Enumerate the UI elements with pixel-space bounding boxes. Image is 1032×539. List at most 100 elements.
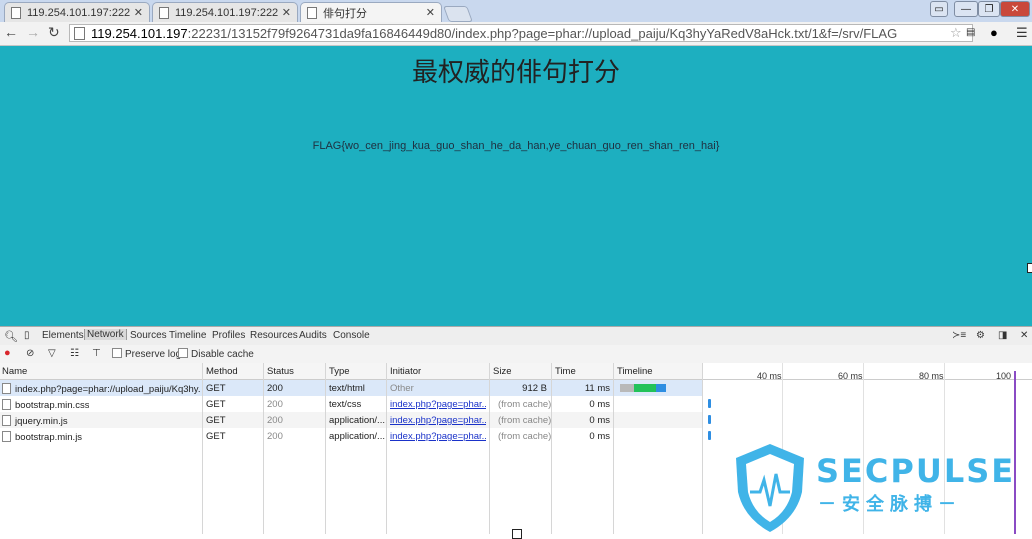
list-view-icon[interactable]: ☷ (70, 348, 79, 359)
tab-audits[interactable]: Audits (299, 330, 327, 341)
timeline-bar-download (656, 384, 666, 392)
timeline-overview-header (703, 363, 1032, 380)
hamburger-menu-icon[interactable]: ☰ (1016, 25, 1028, 41)
profile-icon[interactable]: ● (990, 25, 998, 40)
request-time: 0 ms (589, 415, 610, 426)
request-method: GET (206, 383, 226, 394)
tab-title: 俳句打分 (323, 7, 367, 20)
request-time: 11 ms (584, 383, 610, 394)
tab-sources[interactable]: Sources (130, 330, 167, 341)
request-initiator: Other (390, 383, 414, 394)
disable-cache-label: Disable cache (191, 349, 254, 360)
request-type: text/css (329, 399, 362, 410)
request-status: 200 (267, 383, 283, 394)
request-size: (from cache) (498, 431, 552, 442)
table-row[interactable]: bootstrap.min.js GET 200 application/...… (0, 428, 702, 444)
page-viewport: 最权威的俳句打分 FLAG{wo_cen_jing_kua_guo_shan_h… (0, 46, 1032, 326)
column-divider[interactable] (325, 363, 326, 534)
request-name: index.php?page=phar://upload_paiju/Kq3hy… (2, 383, 200, 395)
tab-elements[interactable]: Elements (42, 330, 84, 341)
col-method[interactable]: Method (206, 366, 238, 377)
new-tab-button[interactable] (443, 6, 473, 22)
close-icon[interactable]: ✕ (282, 6, 291, 19)
col-size[interactable]: Size (493, 366, 511, 377)
timeline-tick-label: 100 (996, 371, 1012, 381)
column-divider[interactable] (263, 363, 264, 534)
overview-icon[interactable]: ⊤ (92, 348, 101, 359)
request-type: text/html (329, 383, 365, 394)
window-close-button[interactable]: ✕ (1000, 1, 1030, 17)
back-arrow-icon[interactable]: ← (4, 24, 18, 40)
column-divider[interactable] (613, 363, 614, 534)
maximize-button[interactable]: ❐ (978, 1, 1000, 17)
browser-tab-strip: 119.254.101.197:22231/ ✕ 119.254.101.197… (0, 0, 1032, 22)
address-bar[interactable]: 119.254.101.197:22231/13152f79f9264731da… (69, 24, 973, 42)
tab-resources[interactable]: Resources (250, 330, 298, 341)
table-row[interactable]: jquery.min.js GET 200 application/... in… (0, 412, 702, 428)
tab-console[interactable]: Console (333, 330, 370, 341)
page-title: 最权威的俳句打分 (411, 58, 620, 88)
star-icon[interactable]: ☆ (950, 25, 962, 41)
tab-title: 119.254.101.197:22231/ (27, 6, 130, 19)
col-time[interactable]: Time (555, 366, 576, 377)
request-type: application/... (329, 431, 385, 442)
preserve-log-checkbox[interactable]: Preserve log (112, 348, 181, 360)
page-icon (74, 26, 85, 40)
request-type: application/... (329, 415, 385, 426)
shield-logo-icon (736, 444, 804, 532)
user-icon[interactable]: ▭ (930, 1, 948, 17)
reload-icon[interactable]: ↻ (48, 24, 60, 41)
resize-handle[interactable] (512, 529, 522, 539)
forward-arrow-icon[interactable]: → (26, 24, 40, 40)
disable-cache-checkbox[interactable]: Disable cache (178, 348, 254, 360)
request-initiator-link[interactable]: index.php?page=phar... (390, 431, 486, 442)
col-status[interactable]: Status (267, 366, 294, 377)
device-mode-icon[interactable]: ▯ (24, 330, 30, 341)
preserve-log-label: Preserve log (125, 349, 182, 360)
gear-icon[interactable]: ⚙ (976, 330, 985, 341)
tab-timeline[interactable]: Timeline (169, 330, 206, 341)
url-path: :22231/13152f79f9264731da9fa16846449d80/… (187, 25, 898, 41)
tab-profiles[interactable]: Profiles (212, 330, 245, 341)
secpulse-watermark: SECPULSE －安全脉搏－ (730, 440, 1032, 534)
resize-handle[interactable] (1027, 263, 1032, 273)
filter-icon[interactable]: ▽ (48, 348, 56, 359)
watermark-brand: SECPULSE (816, 452, 1016, 490)
column-divider[interactable] (489, 363, 490, 534)
table-row[interactable]: bootstrap.min.css GET 200 text/css index… (0, 396, 702, 412)
request-name: jquery.min.js (2, 415, 68, 427)
minimize-button[interactable]: — (954, 1, 978, 17)
column-divider[interactable] (202, 363, 203, 534)
col-type[interactable]: Type (329, 366, 350, 377)
request-initiator-link[interactable]: index.php?page=phar... (390, 399, 486, 410)
table-row[interactable]: index.php?page=phar://upload_paiju/Kq3hy… (0, 380, 702, 396)
close-icon[interactable]: ✕ (426, 6, 435, 19)
request-initiator-link[interactable]: index.php?page=phar... (390, 415, 486, 426)
close-icon[interactable]: ✕ (134, 6, 143, 19)
browser-toolbar: ← → ↻ 119.254.101.197:22231/13152f79f926… (0, 22, 1032, 46)
column-divider[interactable] (702, 363, 703, 534)
clear-icon[interactable]: ⊘ (26, 348, 34, 359)
inspect-icon[interactable]: 🔍︎ (4, 330, 18, 343)
dock-icon[interactable]: ◨ (998, 330, 1007, 341)
console-drawer-icon[interactable]: ≻≡ (952, 330, 966, 341)
browser-tab-3-active[interactable]: 俳句打分 ✕ (300, 2, 442, 22)
url-host: 119.254.101.197 (91, 25, 188, 41)
column-divider[interactable] (386, 363, 387, 534)
table-header: Name Method Status Type Initiator Size T… (0, 363, 702, 380)
record-icon[interactable]: ● (4, 347, 11, 359)
col-name[interactable]: Name (2, 366, 27, 377)
network-toolbar: ● ⊘ ▽ ☷ ⊤ Preserve log Disable cache (0, 345, 1032, 363)
request-time: 0 ms (589, 431, 610, 442)
request-method: GET (206, 399, 226, 410)
tab-network[interactable]: Network (84, 329, 127, 340)
col-initiator[interactable]: Initiator (390, 366, 421, 377)
col-timeline[interactable]: Timeline (617, 366, 653, 377)
browser-tab-1[interactable]: 119.254.101.197:22231/ ✕ (4, 2, 150, 22)
flag-text: FLAG{wo_cen_jing_kua_guo_shan_he_da_han,… (312, 140, 720, 152)
close-icon[interactable]: ✕ (1020, 330, 1028, 341)
extension-icon[interactable]: ▤ (966, 27, 975, 38)
request-name: bootstrap.min.css (2, 399, 89, 411)
browser-tab-2[interactable]: 119.254.101.197:22231/ ✕ (152, 2, 298, 22)
column-divider[interactable] (551, 363, 552, 534)
